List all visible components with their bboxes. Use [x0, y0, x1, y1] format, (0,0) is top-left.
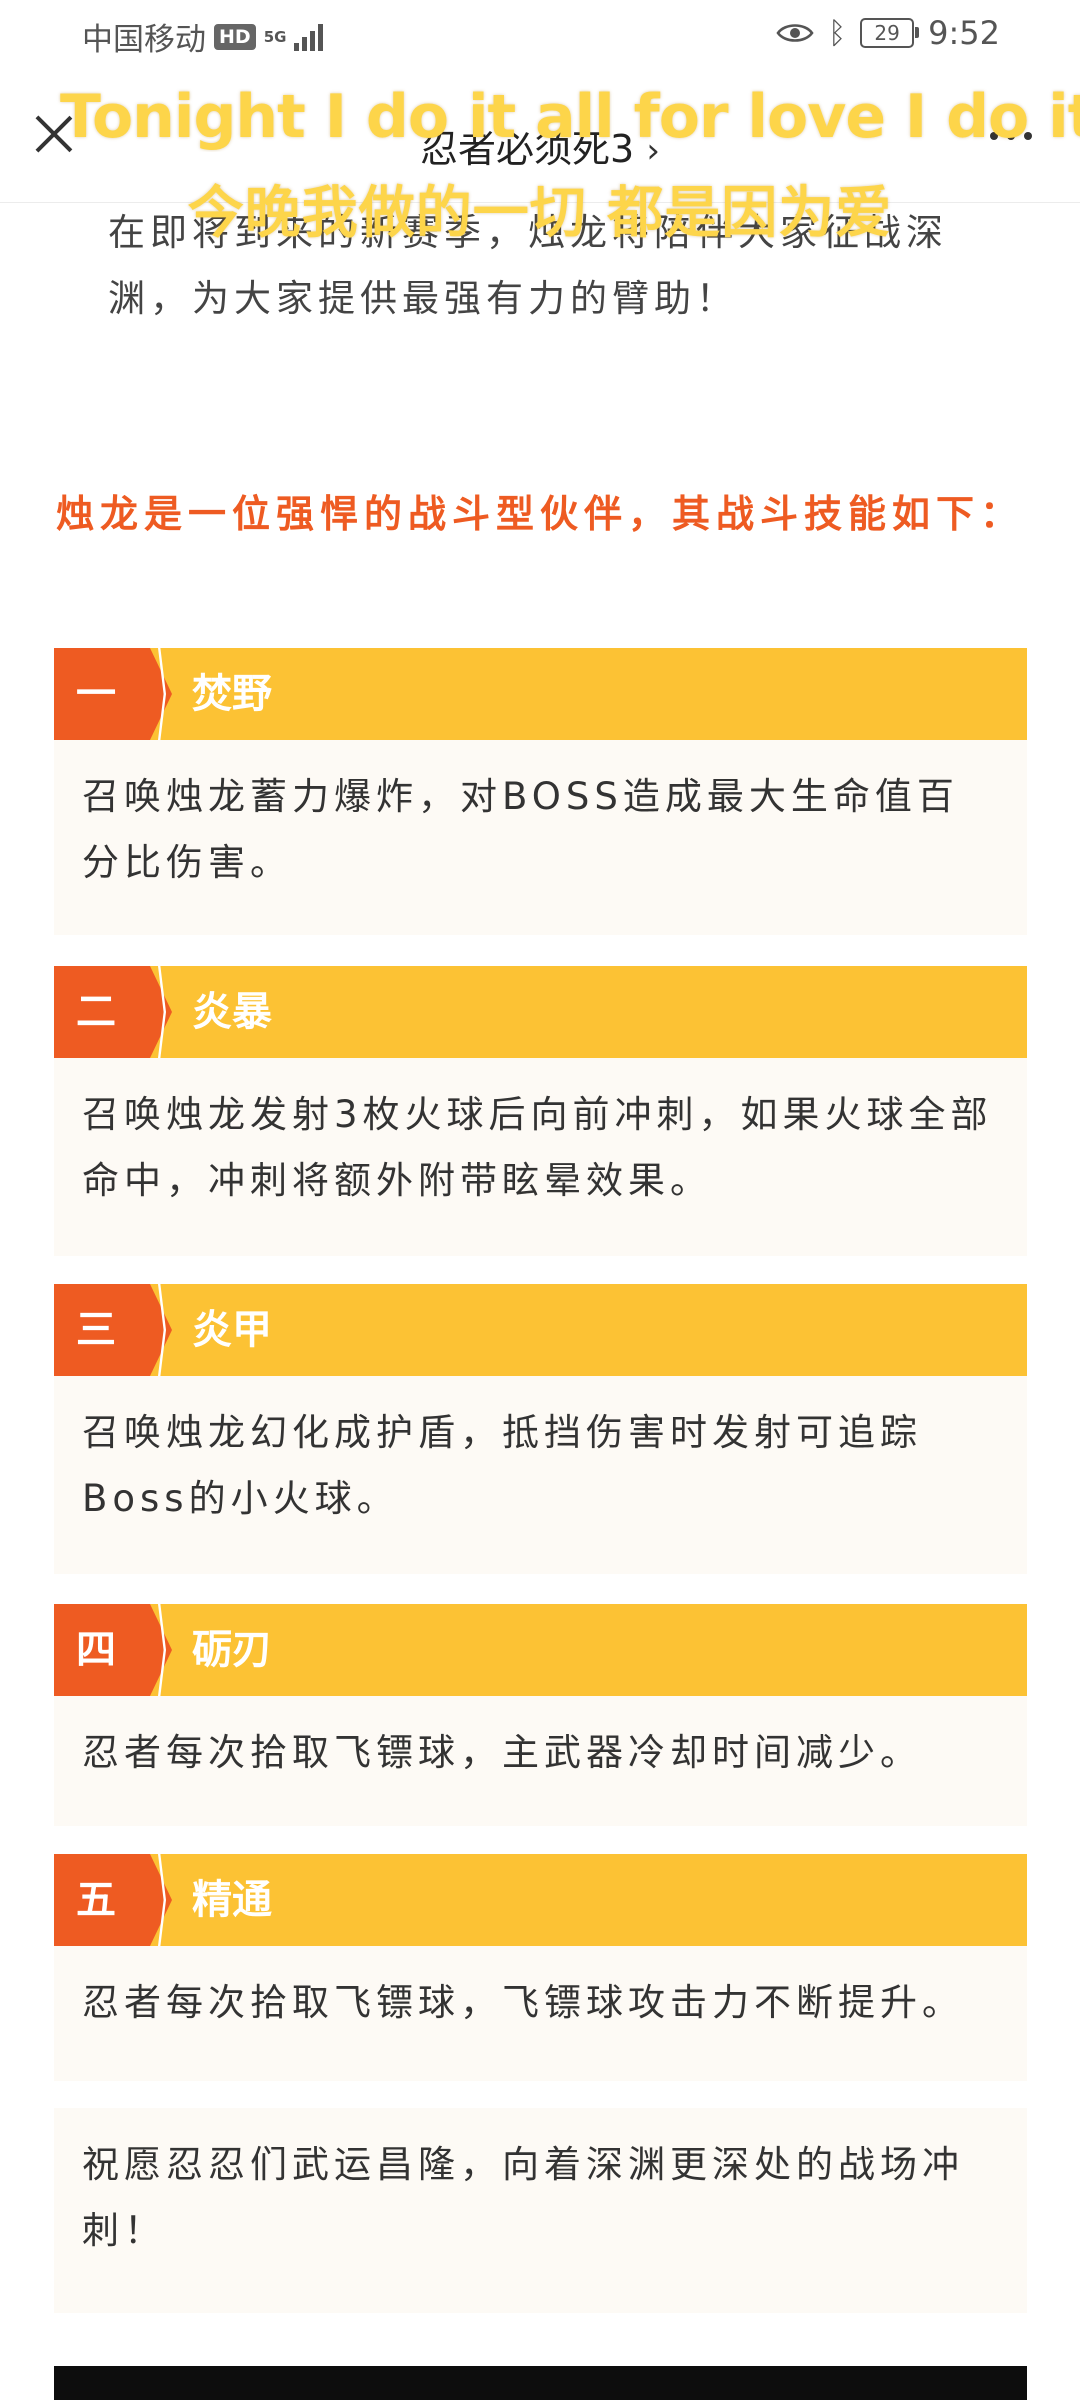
skill-header: 四 砺刃 [54, 1604, 1027, 1696]
skill-name: 炎暴 [192, 989, 272, 1035]
skill-number: 二 [54, 966, 150, 1058]
clock: 9:52 [928, 14, 1000, 52]
skill-description: 召唤烛龙幻化成护盾，抵挡伤害时发射可追踪Boss的小火球。 [54, 1376, 1027, 1574]
skill-header: 二 炎暴 [54, 966, 1027, 1058]
skill-number: 三 [54, 1284, 150, 1376]
lyric-line-chinese: 今晚我做的一切 都是因为爱 [187, 181, 893, 246]
skill-description: 召唤烛龙蓄力爆炸，对BOSS造成最大生命值百分比伤害。 [54, 740, 1027, 935]
skill-card: 四 砺刃 忍者每次拾取飞镖球，主武器冷却时间减少。 [54, 1604, 1027, 1826]
battery-icon: 29 [860, 18, 920, 48]
skill-description: 召唤烛龙发射3枚火球后向前冲刺，如果火球全部命中，冲刺将额外附带眩晕效果。 [54, 1058, 1027, 1256]
carrier-name: 中国移动 [82, 22, 206, 58]
skill-header: 一 焚野 [54, 648, 1027, 740]
status-icons: ᛒ 29 9:52 [776, 14, 1000, 52]
skill-header: 三 炎甲 [54, 1284, 1027, 1376]
closing-paragraph: 祝愿忍忍们武运昌隆，向着深渊更深处的战场冲刺！ [54, 2108, 1027, 2313]
skill-card: 二 炎暴 召唤烛龙发射3枚火球后向前冲刺，如果火球全部命中，冲刺将额外附带眩晕效… [54, 966, 1027, 1256]
skill-number: 五 [54, 1854, 150, 1946]
skill-name: 精通 [192, 1877, 272, 1923]
skill-name: 炎甲 [192, 1307, 272, 1353]
skill-card: 五 精通 忍者每次拾取飞镖球，飞镖球攻击力不断提升。 [54, 1854, 1027, 2081]
skill-card: 一 焚野 召唤烛龙蓄力爆炸，对BOSS造成最大生命值百分比伤害。 [54, 648, 1027, 935]
video-player[interactable] [54, 2366, 1027, 2400]
carrier-group: 中国移动 HD 5G [82, 14, 324, 59]
status-bar: 中国移动 HD 5G ᛒ 29 9:52 [0, 0, 1080, 72]
lyric-line-english: Tonight I do it all for love I do it… [60, 82, 1080, 152]
skill-number: 一 [54, 648, 150, 740]
signal-icon [294, 23, 324, 51]
eye-icon [776, 24, 814, 42]
skill-description: 忍者每次拾取飞镖球，主武器冷却时间减少。 [54, 1696, 1027, 1826]
skill-card: 三 炎甲 召唤烛龙幻化成护盾，抵挡伤害时发射可追踪Boss的小火球。 [54, 1284, 1027, 1574]
skill-name: 焚野 [192, 671, 272, 717]
skill-header: 五 精通 [54, 1854, 1027, 1946]
network-type: 5G [263, 27, 287, 46]
hd-icon: HD [214, 23, 256, 50]
skill-number: 四 [54, 1604, 150, 1696]
skill-description: 忍者每次拾取飞镖球，飞镖球攻击力不断提升。 [54, 1946, 1027, 2081]
bluetooth-icon: ᛒ [828, 15, 847, 51]
skills-headline: 烛龙是一位强悍的战斗型伙伴，其战斗技能如下： [56, 492, 1025, 536]
skill-name: 砺刃 [192, 1627, 272, 1673]
